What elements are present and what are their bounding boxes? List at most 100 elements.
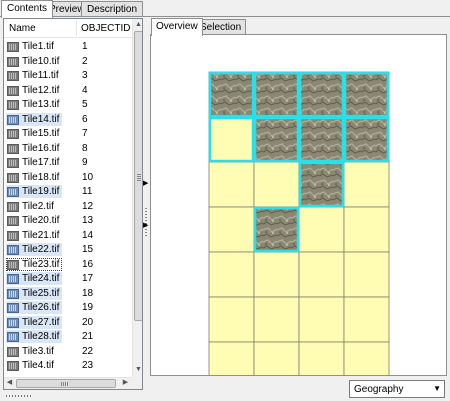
overview-canvas[interactable] (150, 34, 447, 388)
item-objectid: 12 (82, 200, 94, 212)
list-item[interactable]: Tile4.tif 23 (4, 358, 132, 373)
scroll-right-arrow-icon[interactable]: ▶ (121, 378, 130, 388)
item-name: Tile1.tif (22, 41, 54, 52)
item-objectid: 5 (82, 99, 88, 110)
item-name: Tile18.tif (22, 171, 60, 183)
list-item[interactable]: Tile12.tif 4 (4, 83, 132, 98)
outer-tab-strip: Contents Preview Description (0, 0, 450, 18)
empty-tile[interactable] (343, 161, 390, 208)
imagery-tile[interactable] (298, 161, 345, 208)
scroll-left-arrow-icon[interactable]: ◀ (5, 378, 14, 388)
horizontal-scrollbar[interactable]: ◀ ▶ (4, 377, 132, 389)
item-objectid: 11 (82, 186, 93, 197)
empty-tile[interactable] (298, 251, 345, 298)
list-item[interactable]: Tile28.tif 21 (4, 329, 132, 344)
item-name: Tile20.tif (22, 215, 60, 226)
imagery-tile[interactable] (343, 116, 390, 163)
imagery-tile[interactable] (253, 206, 300, 253)
empty-tile[interactable] (253, 296, 300, 343)
list-item[interactable]: Tile18.tif 10 (4, 170, 132, 185)
list-item[interactable]: Tile15.tif 7 (4, 126, 132, 141)
raster-dataset-icon (7, 71, 19, 81)
imagery-tile[interactable] (208, 71, 255, 118)
list-item[interactable]: Tile16.tif 8 (4, 141, 132, 156)
footprint-grid[interactable] (151, 35, 446, 388)
resize-grip-icon[interactable] (6, 395, 32, 397)
view-mode-dropdown[interactable]: Geography ▼ (349, 380, 445, 398)
imagery-tile[interactable] (298, 71, 345, 118)
empty-tile[interactable] (298, 206, 345, 253)
empty-tile[interactable] (298, 341, 345, 388)
empty-tile[interactable] (343, 296, 390, 343)
list-item[interactable]: Tile21.tif 14 (4, 228, 132, 243)
imagery-tile[interactable] (298, 116, 345, 163)
imagery-tile[interactable] (253, 71, 300, 118)
tab-overview[interactable]: Overview (151, 18, 203, 36)
item-objectid: 8 (82, 142, 88, 154)
empty-tile[interactable] (343, 341, 390, 388)
raster-dataset-icon (7, 201, 19, 212)
imagery-tile[interactable] (253, 116, 300, 163)
list-item[interactable]: Tile17.tif 9 (4, 155, 132, 170)
view-mode-value: Geography (354, 384, 404, 395)
empty-tile[interactable] (208, 251, 255, 298)
column-header-objectid[interactable]: OBJECTID (77, 19, 132, 38)
item-objectid: 18 (82, 287, 94, 299)
list-item[interactable]: Tile11.tif 3 (4, 68, 132, 83)
raster-dataset-icon (7, 216, 19, 226)
empty-tile[interactable] (298, 296, 345, 343)
empty-tile[interactable] (208, 206, 255, 253)
raster-dataset-icon (7, 143, 19, 154)
vertical-scrollbar[interactable]: ▲ ▼ (132, 19, 142, 377)
list-item[interactable]: Tile24.tif 17 (4, 271, 132, 286)
item-name: Tile28.tif (22, 331, 60, 342)
list-item[interactable]: Tile25.tif 18 (4, 286, 132, 301)
raster-dataset-icon (7, 100, 19, 110)
list-item[interactable]: Tile27.tif 20 (4, 315, 132, 330)
empty-tile[interactable] (253, 341, 300, 388)
empty-tile[interactable] (208, 296, 255, 343)
empty-tile[interactable] (253, 251, 300, 298)
raster-dataset-icon (7, 158, 19, 168)
empty-tile[interactable] (208, 161, 255, 208)
empty-tile[interactable] (343, 206, 390, 253)
horizontal-scroll-thumb[interactable] (16, 379, 116, 388)
list-item[interactable]: Tile14.tif 6 (4, 112, 132, 127)
scroll-corner (132, 377, 142, 389)
imagery-tile[interactable] (343, 71, 390, 118)
list-item[interactable]: Tile2.tif 12 (4, 199, 132, 214)
scroll-down-arrow-icon[interactable]: ▼ (134, 365, 142, 375)
empty-tile[interactable] (343, 251, 390, 298)
list-item[interactable]: Tile3.tif 22 (4, 344, 132, 359)
vertical-scroll-thumb[interactable] (134, 31, 142, 321)
empty-tile[interactable] (253, 161, 300, 208)
raster-dataset-icon (7, 288, 19, 299)
raster-dataset-icon (7, 317, 19, 328)
list-item[interactable]: Tile19.tif 11 (4, 184, 132, 199)
empty-tile[interactable] (208, 116, 255, 163)
raster-dataset-icon (7, 332, 19, 342)
item-objectid: 4 (82, 84, 88, 96)
column-header-name[interactable]: Name (5, 19, 75, 38)
raster-dataset-icon (7, 172, 19, 183)
list-item[interactable]: Tile23.tif 16 (4, 257, 132, 272)
item-name: Tile23.tif (22, 258, 60, 270)
raster-dataset-icon (7, 230, 19, 241)
raster-dataset-icon (7, 56, 19, 67)
list-item[interactable]: Tile13.tif 5 (4, 97, 132, 112)
list-item[interactable]: Tile10.tif 2 (4, 54, 132, 69)
list-item[interactable]: Tile20.tif 13 (4, 213, 132, 228)
tab-contents[interactable]: Contents (1, 0, 54, 18)
list-item[interactable]: Tile1.tif 1 (4, 39, 132, 54)
item-name: Tile12.tif (22, 84, 60, 96)
list-header: Name OBJECTID (4, 19, 132, 38)
item-name: Tile15.tif (22, 128, 60, 139)
item-name: Tile14.tif (22, 113, 60, 125)
item-objectid: 17 (82, 273, 94, 284)
scroll-up-arrow-icon[interactable]: ▲ (134, 20, 142, 30)
list-item[interactable]: Tile26.tif 19 (4, 300, 132, 315)
empty-tile[interactable] (208, 341, 255, 388)
list-item[interactable]: Tile22.tif 15 (4, 242, 132, 257)
chevron-down-icon[interactable]: ▼ (433, 384, 441, 394)
tab-description[interactable]: Description (81, 1, 144, 17)
